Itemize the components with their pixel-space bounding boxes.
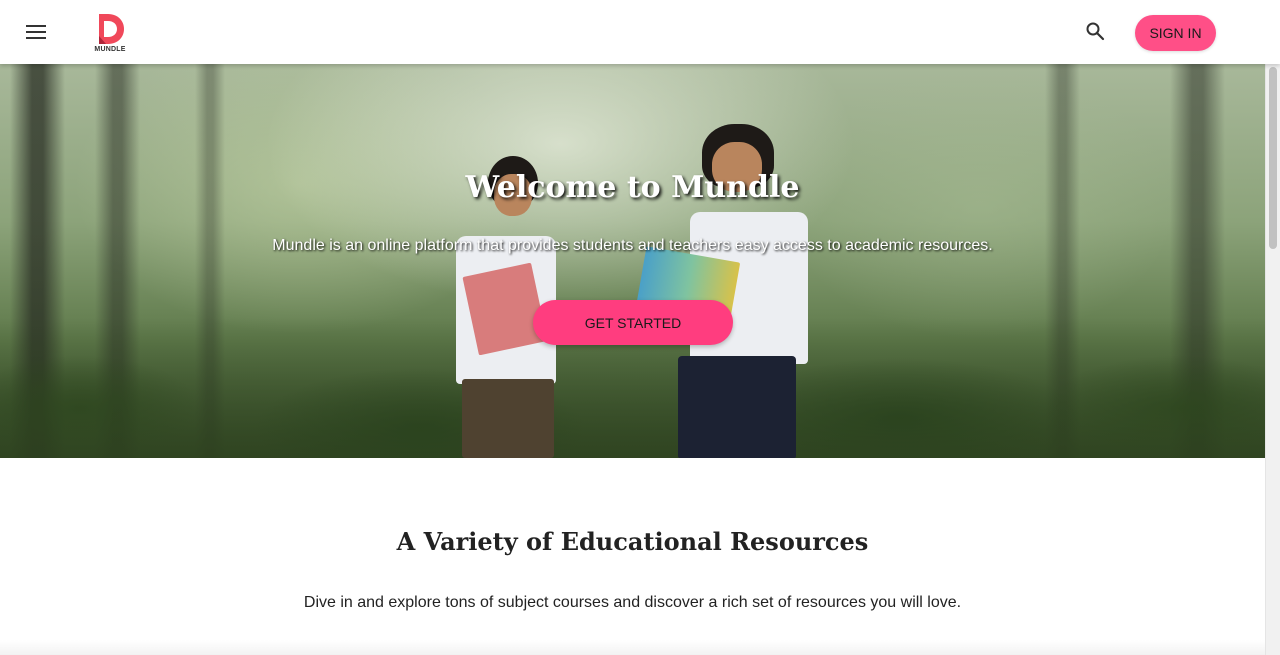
- hero-title: Welcome to Mundle: [465, 170, 800, 205]
- page-scrollbar[interactable]: [1265, 64, 1280, 655]
- section-description: Dive in and explore tons of subject cour…: [303, 594, 962, 611]
- sign-in-button[interactable]: SIGN IN: [1135, 15, 1216, 51]
- logo-text: MUNDLE: [94, 46, 126, 53]
- section-title: A Variety of Educational Resources: [396, 527, 869, 556]
- card-shadow-edge: [0, 640, 1265, 655]
- get-started-button[interactable]: GET STARTED: [533, 300, 733, 345]
- mundle-logo[interactable]: MUNDLE: [92, 12, 128, 56]
- app-header: MUNDLE SIGN IN: [0, 0, 1280, 64]
- scrollbar-thumb[interactable]: [1269, 67, 1277, 249]
- search-icon[interactable]: [1080, 16, 1110, 46]
- mundle-logo-icon: [99, 14, 124, 44]
- hero-banner: Welcome to Mundle Mundle is an online pl…: [0, 64, 1265, 458]
- hero-subtitle: Mundle is an online platform that provid…: [272, 237, 993, 254]
- hamburger-menu-icon[interactable]: [20, 16, 52, 48]
